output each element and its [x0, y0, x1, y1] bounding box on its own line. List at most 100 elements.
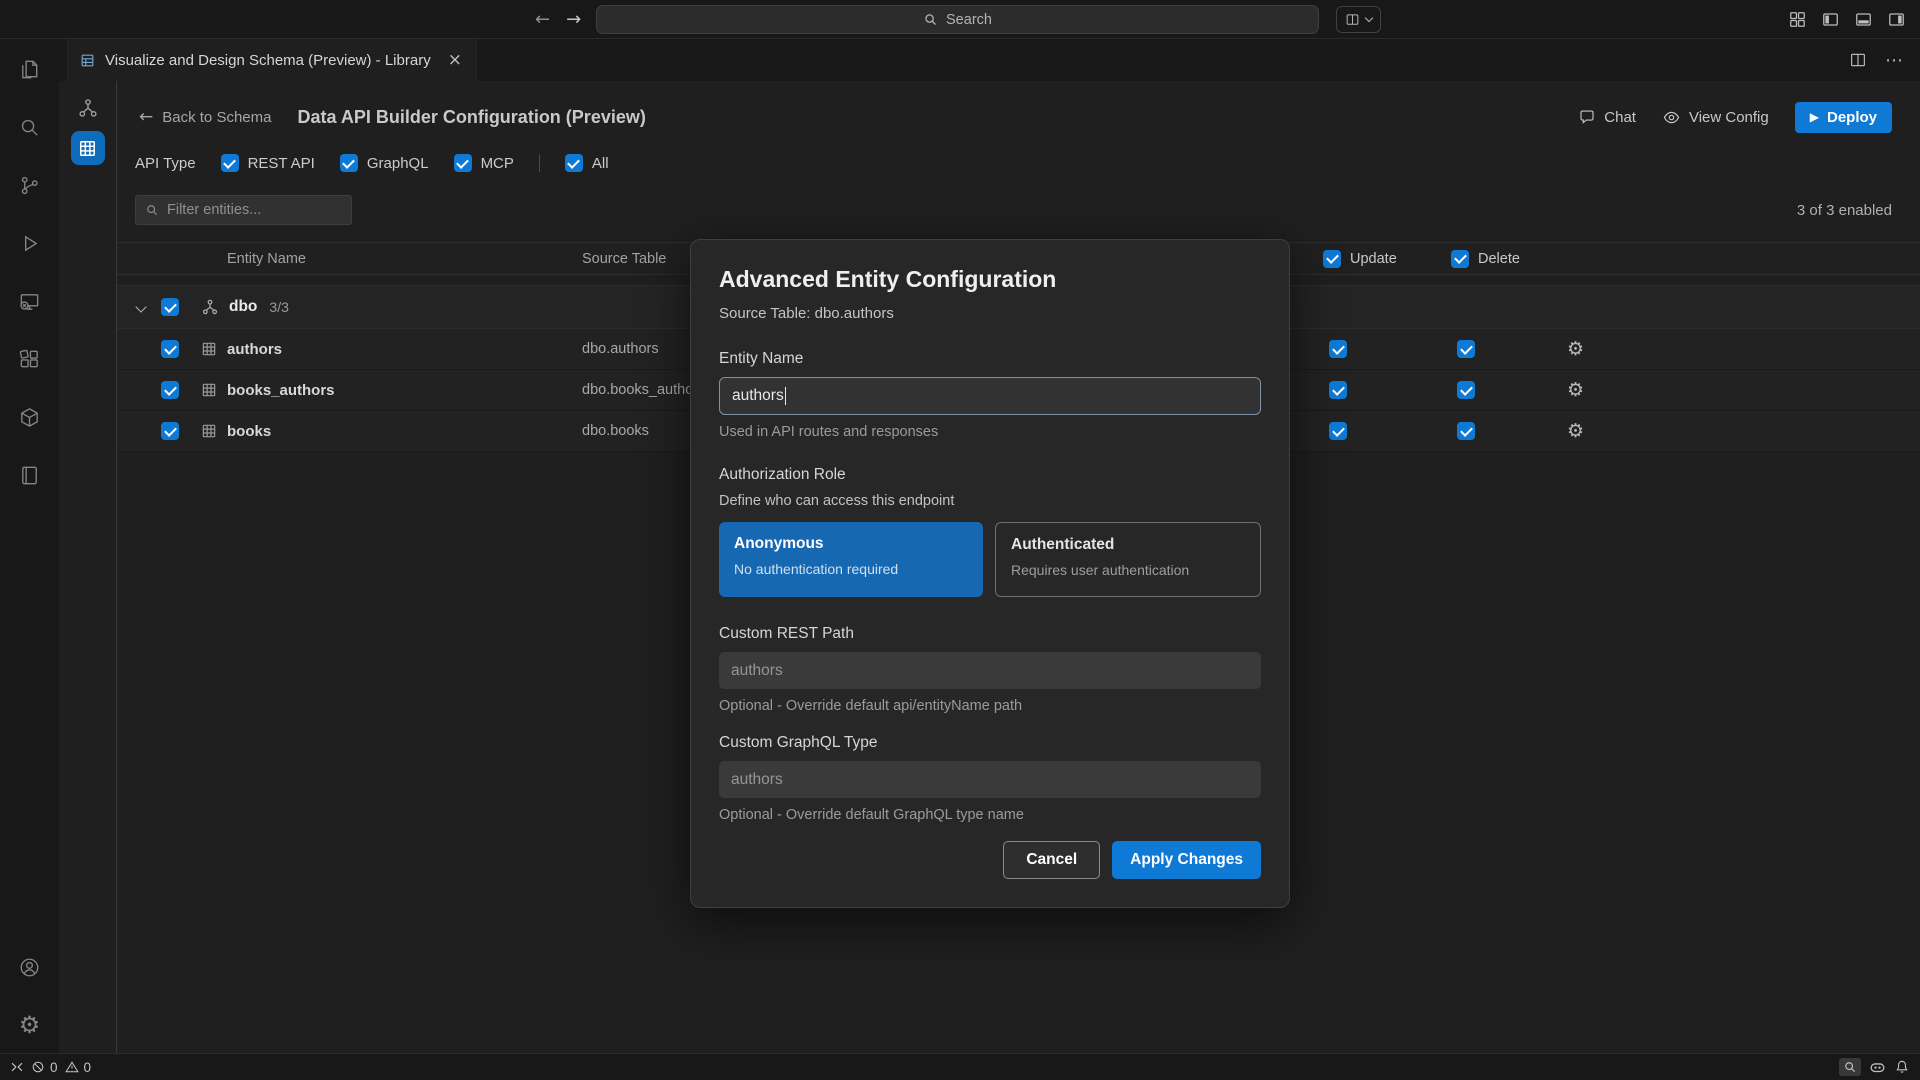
delete-checkbox[interactable] [1457, 340, 1475, 358]
tab-close-icon[interactable]: × [446, 50, 464, 70]
source-control-icon[interactable] [8, 163, 52, 207]
row-settings-gear-icon[interactable]: ⚙ [1567, 338, 1584, 360]
search-label: Search [946, 12, 992, 28]
delete-checkbox[interactable] [1457, 422, 1475, 440]
row-settings-gear-icon[interactable]: ⚙ [1567, 379, 1584, 401]
filter-entities-input[interactable] [167, 202, 354, 218]
filter-entities-input-wrap[interactable] [135, 195, 352, 225]
api-type-label: API Type [135, 155, 196, 172]
copilot-icon[interactable] [1868, 1058, 1887, 1077]
authorization-role-help: Define who can access this endpoint [719, 493, 1261, 509]
row-checkbox[interactable] [161, 381, 179, 399]
custom-rest-path-input[interactable] [731, 662, 1249, 680]
graphql-label: GraphQL [367, 155, 429, 172]
delete-all-checkbox[interactable] [1451, 250, 1469, 268]
notifications-bell-icon[interactable] [1894, 1059, 1910, 1075]
text-caret [785, 387, 787, 405]
delete-checkbox[interactable] [1457, 381, 1475, 399]
notebook-icon[interactable] [8, 453, 52, 497]
toggle-panel-bottom-icon[interactable] [1854, 10, 1873, 29]
extensions-icon[interactable] [8, 337, 52, 381]
split-editor-icon[interactable] [1849, 51, 1867, 69]
row-checkbox[interactable] [161, 340, 179, 358]
table-icon [201, 423, 217, 439]
search-sidebar-icon[interactable] [8, 105, 52, 149]
back-arrow-icon: ← [139, 107, 153, 127]
group-checkbox[interactable] [161, 298, 179, 316]
accounts-icon[interactable] [8, 945, 52, 989]
rest-api-label: REST API [248, 155, 315, 172]
row-checkbox[interactable] [161, 422, 179, 440]
all-checkbox[interactable] [565, 154, 583, 172]
designer-tool-strip [59, 81, 117, 1053]
enabled-count: 3 of 3 enabled [1797, 202, 1892, 219]
update-checkbox[interactable] [1329, 422, 1347, 440]
error-count: 0 [50, 1060, 58, 1075]
auth-option-title: Anonymous [734, 535, 968, 553]
more-actions-icon[interactable]: ⋯ [1885, 50, 1904, 71]
search-icon [923, 12, 938, 27]
table-icon [201, 341, 217, 357]
source-table: dbo.authors [582, 341, 659, 357]
entity-name: books_authors [227, 382, 335, 399]
rest-api-checkbox-item[interactable]: REST API [221, 154, 315, 172]
chevron-down-icon [1365, 14, 1373, 22]
status-bar: 0 0 [0, 1053, 1920, 1080]
row-settings-gear-icon[interactable]: ⚙ [1567, 420, 1584, 442]
back-to-schema-link[interactable]: ← Back to Schema [139, 107, 271, 127]
schema-diagram-tool-icon[interactable] [68, 88, 108, 128]
expand-chevron-icon[interactable] [135, 301, 146, 312]
database-projects-icon[interactable] [8, 395, 52, 439]
auth-option-subtitle: No authentication required [734, 561, 968, 577]
custom-rest-path-input-wrap[interactable] [719, 652, 1261, 689]
custom-graphql-type-input[interactable] [731, 771, 1249, 789]
tab-bar: Visualize and Design Schema (Preview) - … [59, 39, 1920, 81]
view-config-button[interactable]: View Config [1662, 108, 1769, 127]
remote-indicator-icon[interactable] [10, 1060, 24, 1074]
mcp-checkbox-item[interactable]: MCP [454, 154, 514, 172]
title-bar: ← → Search [0, 0, 1920, 39]
customize-layout-icon[interactable] [1788, 10, 1807, 29]
chat-button[interactable]: Chat [1578, 108, 1636, 126]
search-box[interactable]: Search [596, 5, 1319, 34]
cancel-button[interactable]: Cancel [1003, 841, 1100, 879]
toggle-sidebar-right-icon[interactable] [1887, 10, 1906, 29]
table-designer-tool[interactable] [68, 128, 108, 168]
update-checkbox[interactable] [1329, 340, 1347, 358]
dialog-source-table: Source Table: dbo.authors [719, 305, 1261, 322]
custom-graphql-type-input-wrap[interactable] [719, 761, 1261, 798]
update-label: Update [1350, 251, 1397, 267]
graphql-checkbox-item[interactable]: GraphQL [340, 154, 429, 172]
deploy-button[interactable]: ▶ Deploy [1795, 102, 1892, 133]
group-count: 3/3 [269, 299, 288, 315]
auth-option-anonymous[interactable]: Anonymous No authentication required [719, 522, 983, 597]
explorer-icon[interactable] [8, 47, 52, 91]
mcp-checkbox[interactable] [454, 154, 472, 172]
update-checkbox[interactable] [1329, 381, 1347, 399]
all-checkbox-item[interactable]: All [565, 154, 609, 172]
settings-gear-icon[interactable]: ⚙ [8, 1003, 52, 1047]
problems-errors[interactable]: 0 [31, 1060, 58, 1075]
remote-explorer-icon[interactable] [8, 279, 52, 323]
table-designer-active-icon [71, 131, 105, 165]
zoom-indicator[interactable] [1839, 1058, 1861, 1076]
entity-name-input[interactable]: authors [719, 377, 1261, 415]
graphql-checkbox[interactable] [340, 154, 358, 172]
history-forward-icon[interactable]: → [566, 9, 581, 30]
apply-changes-button[interactable]: Apply Changes [1112, 841, 1261, 879]
eye-icon [1662, 108, 1681, 127]
group-name: dbo [229, 298, 257, 316]
custom-rest-path-help: Optional - Override default api/entityNa… [719, 698, 1261, 714]
rest-api-checkbox[interactable] [221, 154, 239, 172]
custom-rest-path-label: Custom REST Path [719, 625, 1261, 643]
run-debug-icon[interactable] [8, 221, 52, 265]
auth-option-authenticated[interactable]: Authenticated Requires user authenticati… [995, 522, 1261, 597]
problems-warnings[interactable]: 0 [65, 1060, 92, 1075]
history-back-icon[interactable]: ← [535, 9, 550, 30]
auth-option-subtitle: Requires user authentication [1011, 562, 1245, 578]
layout-dropdown-button[interactable] [1336, 6, 1381, 33]
update-all-checkbox[interactable] [1323, 250, 1341, 268]
toggle-sidebar-left-icon[interactable] [1821, 10, 1840, 29]
tab-visualize-design-schema[interactable]: Visualize and Design Schema (Preview) - … [67, 39, 477, 81]
auth-option-title: Authenticated [1011, 536, 1245, 554]
